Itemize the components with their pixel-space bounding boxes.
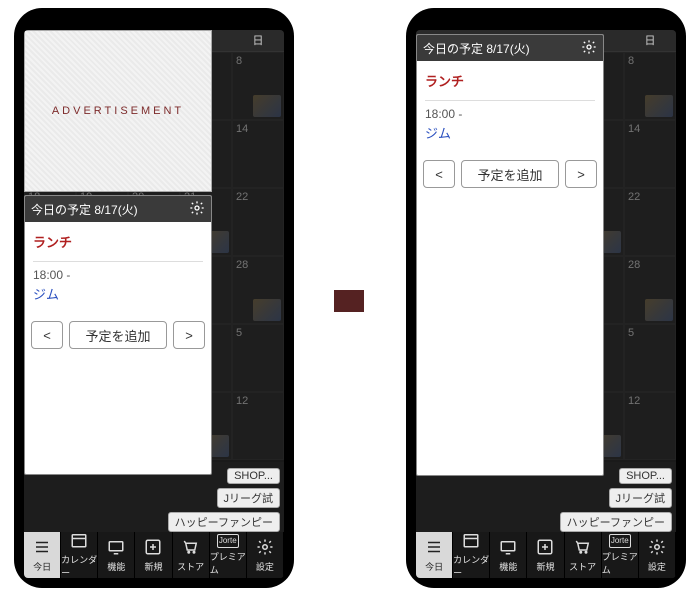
event-gym[interactable]: ジム <box>33 282 203 315</box>
tab-label: 機能 <box>499 560 517 573</box>
tab-new[interactable]: 新規 <box>135 532 172 578</box>
calendar-cell[interactable]: 5 <box>232 324 284 392</box>
tag-shop[interactable]: SHOP... <box>227 468 280 484</box>
event-time: 18:00 - <box>425 101 595 121</box>
screen: 水 木 金 土 日 346781011121314181920212224252… <box>24 30 284 578</box>
dow-cell: 日 <box>624 30 676 51</box>
tab-bar: 今日 カレンダー 機能 新規 ストア <box>416 532 676 578</box>
calendar-cell[interactable]: 5 <box>624 324 676 392</box>
tag-happy[interactable]: ハッピーファンピー <box>168 512 280 532</box>
tab-label: 今日 <box>33 560 51 573</box>
tab-label: 設定 <box>648 560 666 573</box>
plus-icon <box>536 538 554 558</box>
popup-button-row: < 予定を追加 > <box>417 160 603 194</box>
calendar-cell[interactable]: 12 <box>624 392 676 460</box>
today-schedule-popup: 今日の予定 8/17(火) ランチ 18:00 - ジム < 予定を追加 > <box>24 195 212 475</box>
calendar-cell[interactable]: 12 <box>232 392 284 460</box>
popup-button-row: < 予定を追加 > <box>25 321 211 355</box>
tab-label: ストア <box>569 560 596 573</box>
calendar-cell[interactable]: 8 <box>232 52 284 120</box>
popup-header: 今日の予定 8/17(火) <box>25 196 211 222</box>
calendar-icon <box>462 531 480 551</box>
popup-title: 今日の予定 8/17(火) <box>31 201 138 218</box>
tag-jleague[interactable]: Jリーグ試 <box>217 488 281 508</box>
photo-thumbnail <box>645 299 673 321</box>
prev-day-button[interactable]: < <box>31 321 63 349</box>
gear-icon <box>256 538 274 558</box>
calendar-cell[interactable]: 14 <box>624 120 676 188</box>
dow-cell: 日 <box>232 30 284 51</box>
phone-before: 水 木 金 土 日 346781011121314181920212224252… <box>14 8 294 588</box>
tab-premium[interactable]: Jorte プレミアム <box>602 532 639 578</box>
popup-body: ランチ 18:00 - ジム <box>25 222 211 321</box>
add-event-button[interactable]: 予定を追加 <box>69 321 167 349</box>
tab-function[interactable]: 機能 <box>490 532 527 578</box>
add-event-button[interactable]: 予定を追加 <box>461 160 559 188</box>
calendar-cell[interactable]: 28 <box>624 256 676 324</box>
tab-premium[interactable]: Jorte プレミアム <box>210 532 247 578</box>
tab-label: カレンダー <box>453 553 489 578</box>
advertisement-panel[interactable]: ADVERTISEMENT <box>24 30 212 192</box>
tab-label: カレンダー <box>61 553 97 578</box>
gear-icon <box>648 538 666 558</box>
popup-header: 今日の予定 8/17(火) <box>417 35 603 61</box>
gear-icon[interactable] <box>581 39 597 58</box>
photo-thumbnail <box>253 299 281 321</box>
photo-thumbnail <box>645 95 673 117</box>
calendar-cell[interactable]: 28 <box>232 256 284 324</box>
tab-label: プレミアム <box>602 550 638 576</box>
calendar-cell[interactable]: 22 <box>232 188 284 256</box>
photo-thumbnail <box>253 95 281 117</box>
tab-function[interactable]: 機能 <box>98 532 135 578</box>
menu-icon <box>425 538 443 558</box>
tab-store[interactable]: ストア <box>173 532 210 578</box>
monitor-icon <box>107 538 125 558</box>
tab-today[interactable]: 今日 <box>416 532 453 578</box>
tag-jleague[interactable]: Jリーグ試 <box>609 488 673 508</box>
tab-label: 今日 <box>425 560 443 573</box>
prev-day-button[interactable]: < <box>423 160 455 188</box>
tab-label: ストア <box>177 560 204 573</box>
jorte-icon: Jorte <box>217 534 239 548</box>
event-time: 18:00 - <box>33 262 203 282</box>
next-day-button[interactable]: > <box>173 321 205 349</box>
cart-icon <box>574 538 592 558</box>
advertisement-label: ADVERTISEMENT <box>52 105 184 117</box>
calendar-cell[interactable]: 8 <box>624 52 676 120</box>
popup-body: ランチ 18:00 - ジム <box>417 61 603 160</box>
next-day-button[interactable]: > <box>565 160 597 188</box>
tab-label: 新規 <box>536 560 554 573</box>
tab-new[interactable]: 新規 <box>527 532 564 578</box>
jorte-icon: Jorte <box>609 534 631 548</box>
gear-icon[interactable] <box>189 200 205 219</box>
tab-label: 設定 <box>256 560 274 573</box>
tab-calendar[interactable]: カレンダー <box>453 532 490 578</box>
plus-icon <box>144 538 162 558</box>
calendar-cell[interactable]: 14 <box>232 120 284 188</box>
event-lunch[interactable]: ランチ <box>425 67 595 101</box>
tab-bar: 今日 カレンダー 機能 新規 ストア <box>24 532 284 578</box>
event-lunch[interactable]: ランチ <box>33 228 203 262</box>
tab-store[interactable]: ストア <box>565 532 602 578</box>
today-schedule-popup: 今日の予定 8/17(火) ランチ 18:00 - ジム < 予定を追加 > <box>416 34 604 476</box>
calendar-cell[interactable]: 22 <box>624 188 676 256</box>
screen: 水 木 金 土 日 346781011121314181920212224252… <box>416 30 676 578</box>
calendar-icon <box>70 531 88 551</box>
menu-icon <box>33 538 51 558</box>
cart-icon <box>182 538 200 558</box>
event-gym[interactable]: ジム <box>425 121 595 154</box>
tag-shop[interactable]: SHOP... <box>619 468 672 484</box>
tab-label: 新規 <box>144 560 162 573</box>
tag-happy[interactable]: ハッピーファンピー <box>560 512 672 532</box>
tab-settings[interactable]: 設定 <box>247 532 284 578</box>
popup-title: 今日の予定 8/17(火) <box>423 40 530 57</box>
tab-label: プレミアム <box>210 550 246 576</box>
phone-after: 水 木 金 土 日 346781011121314181920212224252… <box>406 8 686 588</box>
transition-arrow-icon <box>334 290 364 312</box>
tab-today[interactable]: 今日 <box>24 532 61 578</box>
tab-calendar[interactable]: カレンダー <box>61 532 98 578</box>
tab-settings[interactable]: 設定 <box>639 532 676 578</box>
tab-label: 機能 <box>107 560 125 573</box>
monitor-icon <box>499 538 517 558</box>
